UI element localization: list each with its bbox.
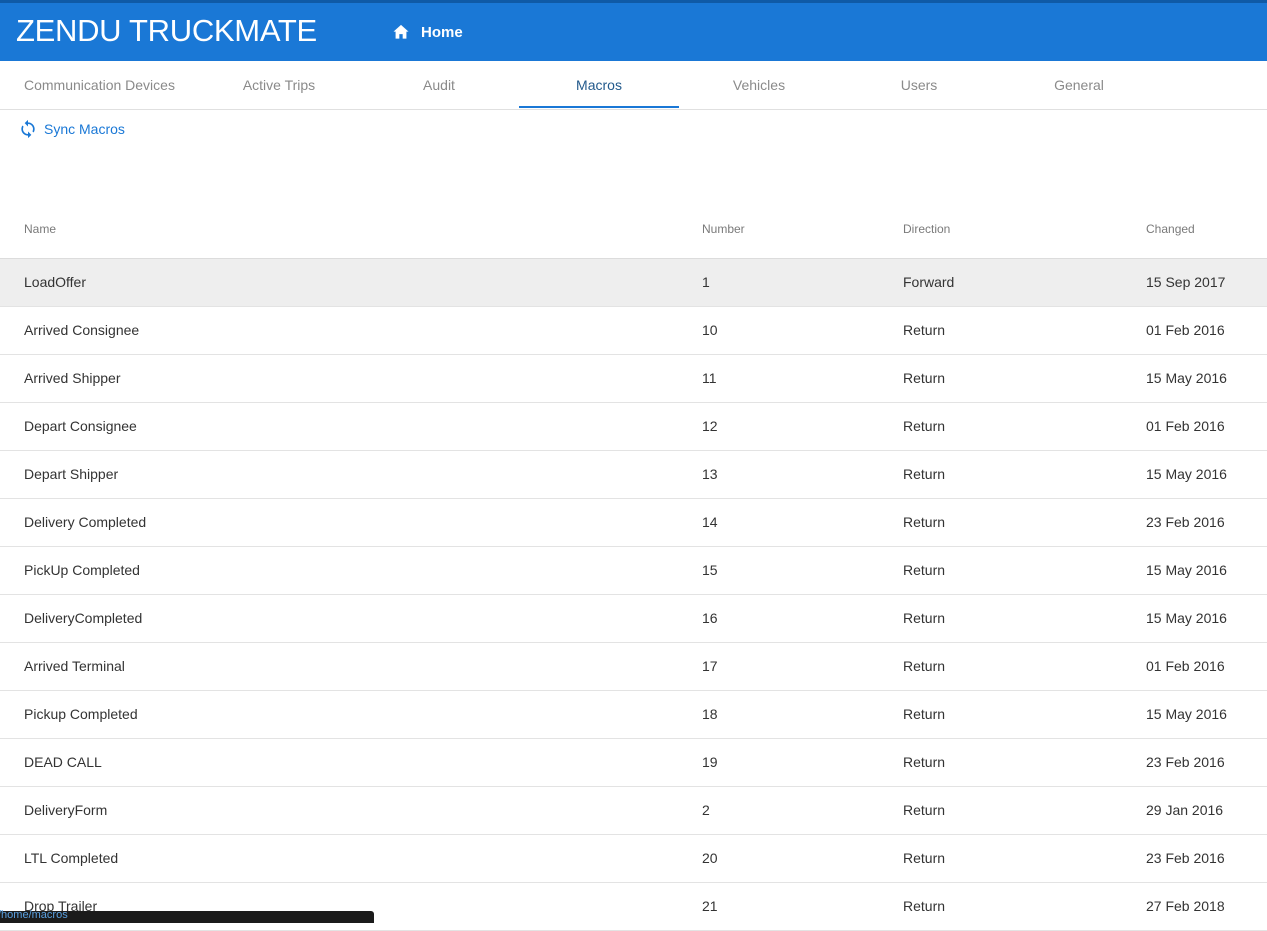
column-header-direction[interactable]: Direction — [903, 222, 950, 236]
cell-changed: 15 May 2016 — [1146, 706, 1227, 722]
cell-number: 14 — [702, 514, 718, 530]
cell-number: 18 — [702, 706, 718, 722]
cell-name: PickUp Completed — [24, 562, 140, 578]
cell-direction: Return — [903, 418, 946, 434]
column-header-number[interactable]: Number — [702, 222, 745, 236]
table-row[interactable]: DEAD CALL 19 Return 23 Feb 2016 — [0, 739, 1267, 787]
cell-changed: 27 Feb 2018 — [1146, 898, 1225, 914]
home-link[interactable]: Home — [391, 21, 463, 43]
table-row[interactable]: Arrived Terminal 17 Return 01 Feb 2016 — [0, 643, 1267, 691]
cell-number: 15 — [702, 562, 718, 578]
cell-name: Depart Consignee — [24, 418, 137, 434]
cell-name: Arrived Shipper — [24, 370, 121, 386]
table-row[interactable]: Drop Trailer 21 Return 27 Feb 2018 — [0, 883, 1267, 931]
status-url: /home/macros — [0, 909, 68, 921]
macros-table: Name Number Direction Changed LoadOffer … — [0, 205, 1267, 931]
column-header-changed[interactable]: Changed — [1146, 222, 1195, 236]
cell-changed: 01 Feb 2016 — [1146, 658, 1225, 674]
cell-name: Arrived Terminal — [24, 658, 125, 674]
app-header: ZENDU TRUCKMATE Home — [0, 3, 1267, 61]
tab-users[interactable]: Users — [839, 61, 999, 109]
cell-name: DEAD CALL — [24, 754, 102, 770]
cell-direction: Return — [903, 466, 946, 482]
tab-bar: Communication Devices Active Trips Audit… — [0, 61, 1267, 110]
cell-direction: Return — [903, 370, 946, 386]
cell-changed: 15 May 2016 — [1146, 610, 1227, 626]
cell-direction: Return — [903, 322, 946, 338]
tab-vehicles[interactable]: Vehicles — [679, 61, 839, 109]
sync-macros-label: Sync Macros — [44, 121, 125, 137]
cell-direction: Return — [903, 850, 946, 866]
cell-direction: Return — [903, 562, 946, 578]
tab-active-trips[interactable]: Active Trips — [199, 61, 359, 109]
cell-number: 2 — [702, 802, 710, 818]
cell-name: DeliveryCompleted — [24, 610, 143, 626]
cell-number: 17 — [702, 658, 718, 674]
table-row[interactable]: LoadOffer 1 Forward 15 Sep 2017 — [0, 259, 1267, 307]
cell-name: LTL Completed — [24, 850, 119, 866]
browser-status-bar: /home/macros — [0, 909, 374, 923]
column-header-name[interactable]: Name — [24, 222, 56, 236]
cell-direction: Return — [903, 898, 946, 914]
cell-changed: 15 May 2016 — [1146, 466, 1227, 482]
cell-changed: 15 May 2016 — [1146, 562, 1227, 578]
cell-changed: 15 Sep 2017 — [1146, 274, 1226, 290]
home-label: Home — [421, 23, 463, 41]
table-row[interactable]: Pickup Completed 18 Return 15 May 2016 — [0, 691, 1267, 739]
table-header: Name Number Direction Changed — [0, 205, 1267, 259]
tab-general[interactable]: General — [999, 61, 1159, 109]
cell-name: DeliveryForm — [24, 802, 108, 818]
cell-name: Pickup Completed — [24, 706, 138, 722]
app-title: ZENDU TRUCKMATE — [16, 13, 317, 48]
cell-changed: 01 Feb 2016 — [1146, 322, 1225, 338]
active-tab-indicator — [519, 106, 679, 108]
home-icon — [393, 24, 409, 39]
tab-audit[interactable]: Audit — [359, 61, 519, 109]
cell-changed: 23 Feb 2016 — [1146, 754, 1225, 770]
cell-name: Depart Shipper — [24, 466, 119, 482]
cell-number: 10 — [702, 322, 718, 338]
table-row[interactable]: DeliveryCompleted 16 Return 15 May 2016 — [0, 595, 1267, 643]
table-row[interactable]: LTL Completed 20 Return 23 Feb 2016 — [0, 835, 1267, 883]
cell-direction: Return — [903, 706, 946, 722]
cell-name: Delivery Completed — [24, 514, 147, 530]
cell-direction: Return — [903, 514, 946, 530]
cell-changed: 01 Feb 2016 — [1146, 418, 1225, 434]
cell-number: 11 — [702, 370, 717, 386]
cell-direction: Forward — [903, 274, 955, 290]
cell-number: 20 — [702, 850, 718, 866]
table-row[interactable]: Depart Shipper 13 Return 15 May 2016 — [0, 451, 1267, 499]
cell-direction: Return — [903, 802, 946, 818]
table-row[interactable]: PickUp Completed 15 Return 15 May 2016 — [0, 547, 1267, 595]
cell-number: 21 — [702, 898, 718, 914]
cell-changed: 29 Jan 2016 — [1146, 802, 1224, 818]
cell-number: 16 — [702, 610, 718, 626]
cell-direction: Return — [903, 658, 946, 674]
cell-name: LoadOffer — [24, 274, 87, 290]
table-row[interactable]: Depart Consignee 12 Return 01 Feb 2016 — [0, 403, 1267, 451]
table-row[interactable]: Arrived Shipper 11 Return 15 May 2016 — [0, 355, 1267, 403]
table-row[interactable]: DeliveryForm 2 Return 29 Jan 2016 — [0, 787, 1267, 835]
cell-changed: 23 Feb 2016 — [1146, 514, 1225, 530]
sync-macros-button[interactable]: Sync Macros — [18, 118, 125, 140]
cell-number: 19 — [702, 754, 718, 770]
tab-macros[interactable]: Macros — [519, 61, 679, 109]
cell-direction: Return — [903, 610, 946, 626]
cell-direction: Return — [903, 754, 946, 770]
table-row[interactable]: Arrived Consignee 10 Return 01 Feb 2016 — [0, 307, 1267, 355]
cell-changed: 15 May 2016 — [1146, 370, 1227, 386]
table-row[interactable]: Delivery Completed 14 Return 23 Feb 2016 — [0, 499, 1267, 547]
tab-communication-devices[interactable]: Communication Devices — [0, 61, 200, 109]
cell-changed: 23 Feb 2016 — [1146, 850, 1225, 866]
cell-number: 12 — [702, 418, 718, 434]
sync-icon — [21, 119, 35, 139]
cell-name: Arrived Consignee — [24, 322, 140, 338]
cell-number: 13 — [702, 466, 718, 482]
cell-number: 1 — [702, 274, 710, 290]
